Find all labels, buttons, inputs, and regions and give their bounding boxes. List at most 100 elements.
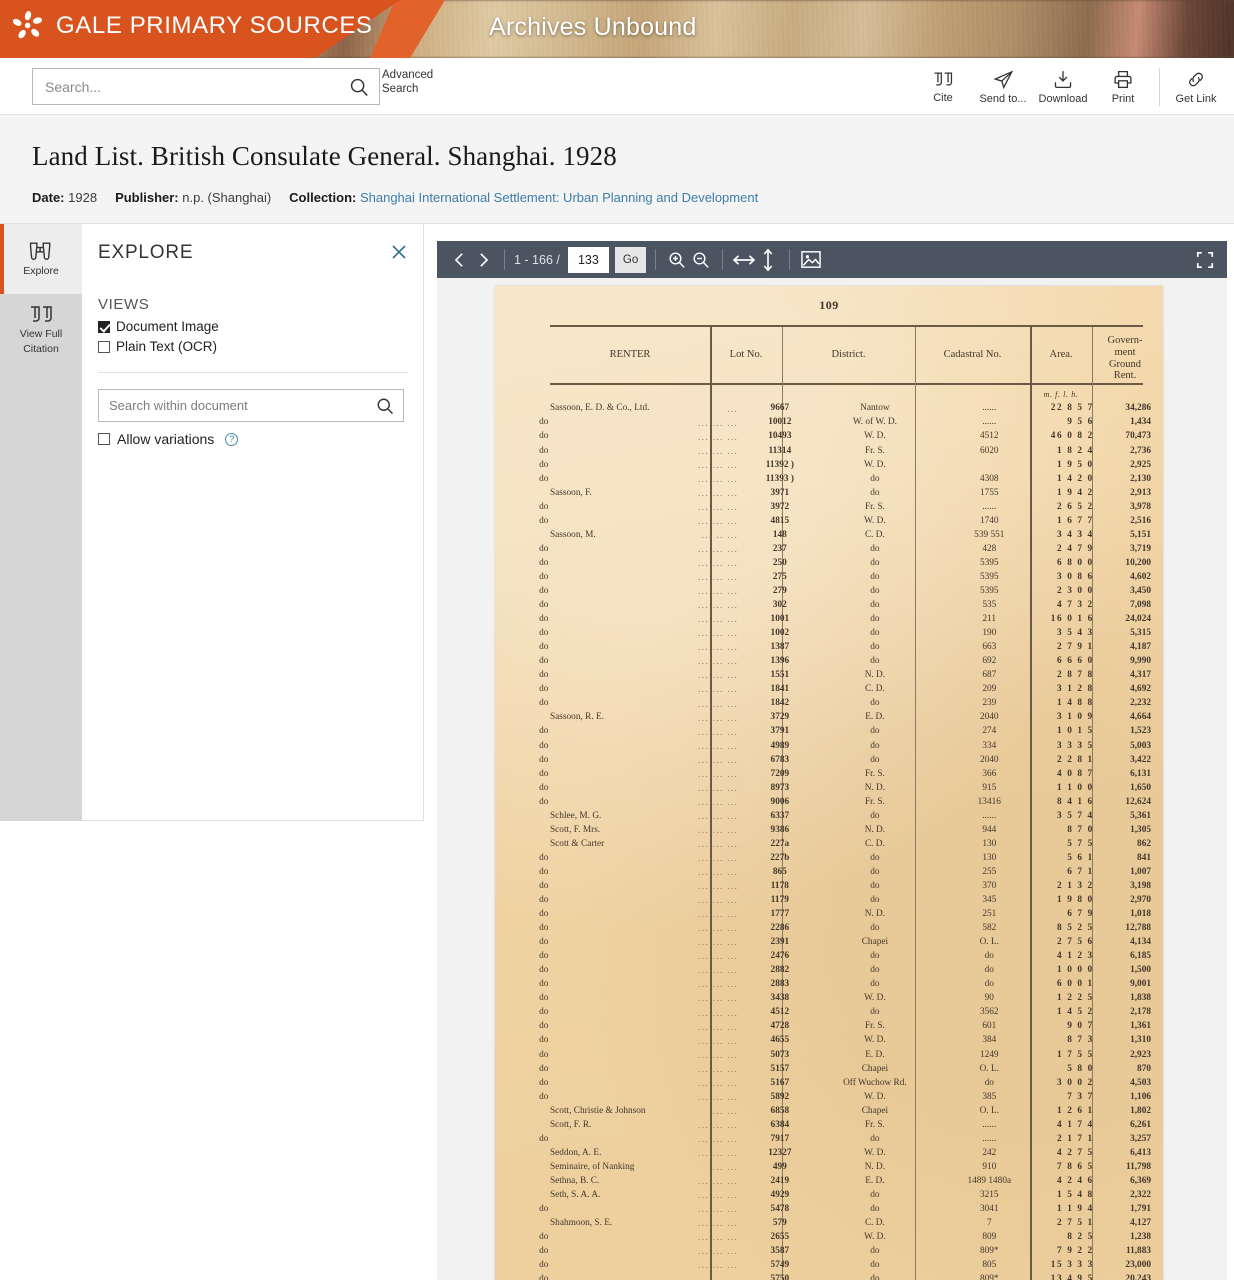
cell-dots: ... ... ... — [698, 614, 739, 625]
table-row: do ... ... ... 7917 do...... 2 1 7 1 3,257 — [495, 1132, 1163, 1146]
cell-district: Fr. S. — [864, 1021, 885, 1032]
cell-area: 8 7 0 — [1067, 824, 1094, 835]
cell-area: 1 9 5 0 — [1057, 459, 1094, 470]
publisher-meta: Publisher: n.p. (Shanghai) — [115, 190, 271, 205]
allow-variations-option[interactable]: Allow variations ? — [98, 431, 239, 447]
cell-renter: do — [539, 1021, 549, 1032]
page-number-input[interactable] — [567, 246, 609, 273]
print-button[interactable]: Print — [1093, 61, 1153, 113]
table-row: do ... ... ... 4728 Fr. S. 601 9 0 7 1,361 — [495, 1020, 1163, 1034]
table-row: do ... ... ... 250 do 5395 6 8 0 0 10,200 — [495, 557, 1163, 571]
cell-lot-no: 6783 — [770, 754, 790, 765]
cite-button[interactable]: Cite — [913, 61, 973, 113]
header-ground-rent-line-2: ment — [1114, 346, 1136, 358]
date-label: Date: — [32, 190, 65, 205]
cell-area: 2 7 5 6 — [1057, 937, 1094, 948]
cell-lot-no: 5892 — [770, 1091, 790, 1102]
cell-district: do — [870, 880, 880, 891]
cell-renter: do — [539, 1232, 549, 1243]
cell-district: do — [870, 726, 880, 737]
next-page-button[interactable] — [471, 247, 495, 273]
zoom-out-button[interactable] — [689, 247, 713, 273]
cell-lot-no: 237 — [772, 543, 787, 554]
gale-primary-sources-logo[interactable]: GALE PRIMARY SOURCES — [10, 8, 373, 44]
global-search-bar: Advanced Search Cite Send to... Download — [0, 58, 1234, 115]
table-row: do ... ... ... 3587 do 809* 7 9 2 2 11,883 — [495, 1245, 1163, 1259]
cell-cadastral-no: ...... — [982, 501, 997, 512]
allow-variations-checkbox[interactable] — [98, 433, 110, 445]
cell-lot-no: 6337 — [770, 810, 790, 821]
cell-area: 2 2 8 1 — [1057, 754, 1094, 765]
advanced-search-link[interactable]: Advanced Search — [382, 68, 442, 97]
cell-district: do — [870, 1007, 880, 1018]
cell-renter: Scott & Carter — [550, 838, 605, 849]
table-row: do ... ... ... 3791 do 274 1 0 1 5 1,523 — [495, 725, 1163, 739]
get-link-label: Get Link — [1175, 92, 1217, 105]
cell-lot-no: 8973 — [770, 782, 790, 793]
page-canvas[interactable]: 109 RENTER Lot No. District. Cadastral N… — [437, 278, 1227, 1280]
fit-height-button[interactable] — [756, 247, 780, 273]
table-row: do ... ... ... 1551 N. D. 687 2 8 7 8 4,317 — [495, 669, 1163, 683]
document-image-checkbox[interactable] — [98, 320, 110, 333]
cell-ground-rent: 2,232 — [1130, 698, 1151, 709]
cell-cadastral-no: 239 — [982, 698, 997, 709]
sidebar-item-view-full-citation[interactable]: View Full Citation — [0, 294, 82, 364]
cell-renter: do — [539, 431, 549, 442]
cell-district: do — [870, 543, 880, 554]
cell-district: Chapei — [861, 1063, 889, 1074]
help-icon[interactable]: ? — [225, 432, 239, 446]
chevron-left-icon — [454, 252, 463, 267]
table-row: Schlee, M. G. ... ... ... 6337 do...... 3 5 … — [495, 809, 1163, 823]
download-button[interactable]: Download — [1033, 61, 1093, 113]
cell-renter: Seddon, A. E. — [550, 1147, 602, 1158]
table-row: Seddon, A. E. ... ... ... 12327 W. D. 242 4 2… — [495, 1146, 1163, 1160]
land-list-table-body: Sassoon, E. D. & Co., Ltd.... 9667 Nantow.… — [495, 402, 1163, 1280]
send-to-button[interactable]: Send to... — [973, 61, 1033, 113]
search-input[interactable] — [33, 69, 339, 104]
get-link-button[interactable]: Get Link — [1166, 61, 1226, 113]
cell-renter: do — [539, 698, 549, 709]
previous-page-button[interactable] — [447, 247, 471, 273]
collection-label: Collection: — [289, 190, 357, 205]
cell-ground-rent: 5,315 — [1130, 628, 1151, 639]
cell-lot-no: 5478 — [770, 1204, 790, 1215]
cell-renter: Shahmoon, S. E. — [550, 1218, 613, 1229]
view-option-plain-text[interactable]: Plain Text (OCR) — [98, 339, 217, 354]
cell-dots: ... ... ... — [698, 1176, 739, 1187]
page-title: Land List. British Consulate General. Sh… — [32, 141, 617, 171]
zoom-in-button[interactable] — [665, 247, 689, 273]
search-submit-button[interactable] — [339, 69, 379, 104]
table-row: do ... ... ... 1001 do 211 16 0 1 6 24,024 — [495, 613, 1163, 627]
cell-dots: ... ... — [712, 1162, 739, 1173]
cell-district: do — [870, 1246, 880, 1257]
cell-cadastral-no: ...... — [982, 1119, 997, 1130]
scanned-document-page[interactable]: 109 RENTER Lot No. District. Cadastral N… — [495, 286, 1163, 1280]
table-row: do ... ... ... 3972 Fr. S....... 2 6 5 2 3,97… — [495, 500, 1163, 514]
cell-ground-rent: 2,970 — [1130, 895, 1151, 906]
cell-ground-rent: 1,007 — [1130, 866, 1151, 877]
cell-cadastral-no: 809* — [979, 1246, 999, 1257]
collection-link[interactable]: Shanghai International Settlement: Urban… — [360, 190, 758, 205]
plain-text-checkbox[interactable] — [98, 340, 110, 353]
view-option-document-image[interactable]: Document Image — [98, 319, 219, 334]
cell-lot-no: 6858 — [770, 1105, 790, 1116]
cell-district: Chapei — [861, 1105, 889, 1116]
fit-width-button[interactable] — [732, 247, 756, 273]
search-within-document-button[interactable] — [367, 390, 403, 421]
cell-renter: do — [539, 501, 549, 512]
image-view-button[interactable] — [799, 247, 823, 273]
cell-ground-rent: 3,450 — [1130, 585, 1151, 596]
cell-ground-rent: 841 — [1137, 852, 1151, 863]
cell-ground-rent: 1,791 — [1130, 1204, 1151, 1215]
fullscreen-button[interactable] — [1193, 247, 1217, 273]
go-button[interactable]: Go — [614, 246, 647, 273]
close-explore-panel-button[interactable] — [389, 242, 409, 262]
plain-text-label: Plain Text (OCR) — [116, 339, 218, 354]
sidebar-item-explore[interactable]: Explore — [0, 224, 82, 294]
cell-area: 1 0 1 5 — [1057, 726, 1094, 737]
search-within-document-input[interactable] — [99, 390, 367, 421]
land-list-table: Sassoon, E. D. & Co., Ltd.... 9667 Nantow.… — [495, 402, 1163, 1280]
fit-height-icon — [763, 248, 773, 271]
download-label: Download — [1038, 92, 1088, 105]
cell-area: 2 1 7 1 — [1057, 1133, 1094, 1144]
